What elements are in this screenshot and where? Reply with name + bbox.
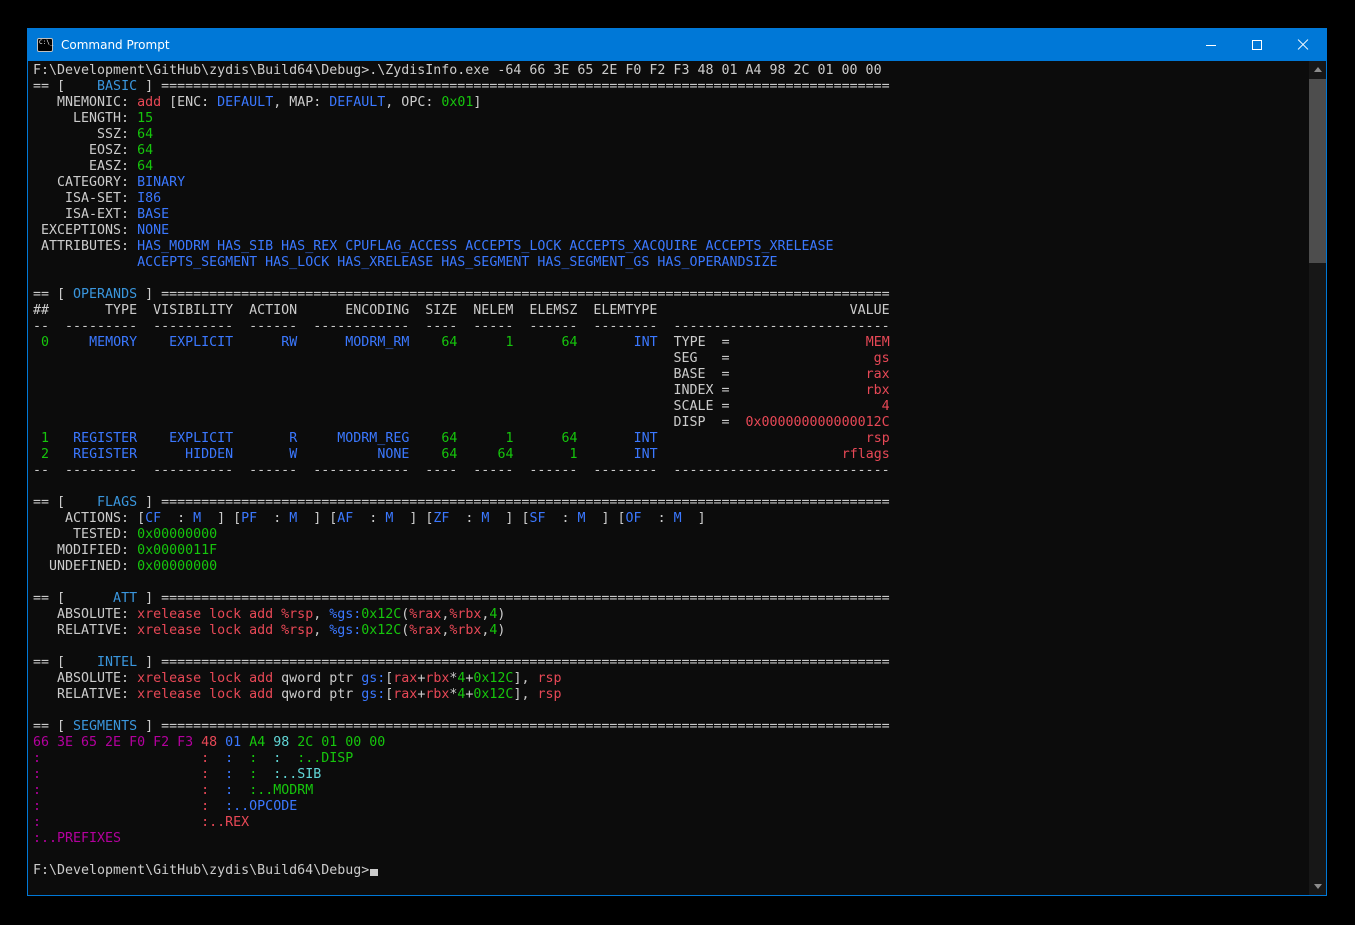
console-line: == [ INTEL ] ===========================… [33,655,1305,671]
maximize-button[interactable] [1234,29,1280,61]
console-line [33,271,1305,287]
console-line: ## TYPE VISIBILITY ACTION ENCODING SIZE … [33,303,1305,319]
console-line: 0 MEMORY EXPLICIT RW MODRM_RM 64 1 64 IN… [33,335,1305,351]
console-line: == [ OPERANDS ] ========================… [33,287,1305,303]
console-line [33,479,1305,495]
console-line: DISP = 0x000000000000012C [33,415,1305,431]
title-bar[interactable]: Command Prompt [28,29,1326,61]
console-line: : : : : :..SIB [33,767,1305,783]
console-line [33,575,1305,591]
maximize-icon [1252,40,1262,50]
console-line: F:\Development\GitHub\zydis\Build64\Debu… [33,63,1305,79]
console-line: -- --------- ---------- ------ ---------… [33,319,1305,335]
command-prompt-window: Command Prompt F:\Development\GitHub\zyd… [27,28,1327,896]
console-line: EOSZ: 64 [33,143,1305,159]
console-line: ISA-EXT: BASE [33,207,1305,223]
scroll-down-button[interactable] [1309,878,1326,895]
text-cursor [370,869,378,876]
title-bar-left: Command Prompt [28,38,1188,52]
minimize-button[interactable] [1188,29,1234,61]
console-line: LENGTH: 15 [33,111,1305,127]
scroll-thumb[interactable] [1309,79,1326,263]
console-line [33,639,1305,655]
console-body: F:\Development\GitHub\zydis\Build64\Debu… [28,61,1326,895]
console-line: 2 REGISTER HIDDEN W NONE 64 64 1 INT rfl… [33,447,1305,463]
console-line: RELATIVE: xrelease lock add qword ptr gs… [33,687,1305,703]
minimize-icon [1206,45,1216,46]
console-line: == [ FLAGS ] ===========================… [33,495,1305,511]
console-line: RELATIVE: xrelease lock add %rsp, %gs:0x… [33,623,1305,639]
console-line: MODIFIED: 0x0000011F [33,543,1305,559]
scroll-up-button[interactable] [1309,61,1326,78]
console-line: : : : :..MODRM [33,783,1305,799]
console-line [33,847,1305,863]
console-line: UNDEFINED: 0x00000000 [33,559,1305,575]
scroll-down-icon [1314,884,1322,889]
console-line: 1 REGISTER EXPLICIT R MODRM_REG 64 1 64 … [33,431,1305,447]
console-line: == [ BASIC ] ===========================… [33,79,1305,95]
console-line: : : : : : :..DISP [33,751,1305,767]
console-line: : :..REX [33,815,1305,831]
close-button[interactable] [1280,29,1326,61]
console-line: : : :..OPCODE [33,799,1305,815]
console-line: SEG = gs [33,351,1305,367]
close-icon [1297,39,1309,51]
console-line: ACTIONS: [CF : M ] [PF : M ] [AF : M ] [… [33,511,1305,527]
console-line: SCALE = 4 [33,399,1305,415]
console-line: :..PREFIXES [33,831,1305,847]
window-title: Command Prompt [61,38,170,52]
console-line: EXCEPTIONS: NONE [33,223,1305,239]
console-line: SSZ: 64 [33,127,1305,143]
console-line [33,703,1305,719]
desktop: { "window": { "title": "Command Prompt" … [0,0,1355,925]
console-line: EASZ: 64 [33,159,1305,175]
console-line: BASE = rax [33,367,1305,383]
console-line: == [ ATT ] =============================… [33,591,1305,607]
console-line: INDEX = rbx [33,383,1305,399]
console-line: 66 3E 65 2E F0 F2 F3 48 01 A4 98 2C 01 0… [33,735,1305,751]
window-controls [1188,29,1326,61]
console-line: == [ SEGMENTS ] ========================… [33,719,1305,735]
console-output[interactable]: F:\Development\GitHub\zydis\Build64\Debu… [28,61,1309,895]
console-line: ABSOLUTE: xrelease lock add %rsp, %gs:0x… [33,607,1305,623]
console-line: ATTRIBUTES: HAS_MODRM HAS_SIB HAS_REX CP… [33,239,1305,255]
console-line: MNEMONIC: add [ENC: DEFAULT, MAP: DEFAUL… [33,95,1305,111]
console-line: ABSOLUTE: xrelease lock add qword ptr gs… [33,671,1305,687]
scroll-up-icon [1314,67,1322,72]
console-line: -- --------- ---------- ------ ---------… [33,463,1305,479]
console-line: ISA-SET: I86 [33,191,1305,207]
console-line: F:\Development\GitHub\zydis\Build64\Debu… [33,863,1305,879]
command-prompt-icon [37,38,53,52]
scrollbar[interactable] [1309,61,1326,895]
console-line: TESTED: 0x00000000 [33,527,1305,543]
console-line: CATEGORY: BINARY [33,175,1305,191]
console-line: ACCEPTS_SEGMENT HAS_LOCK HAS_XRELEASE HA… [33,255,1305,271]
